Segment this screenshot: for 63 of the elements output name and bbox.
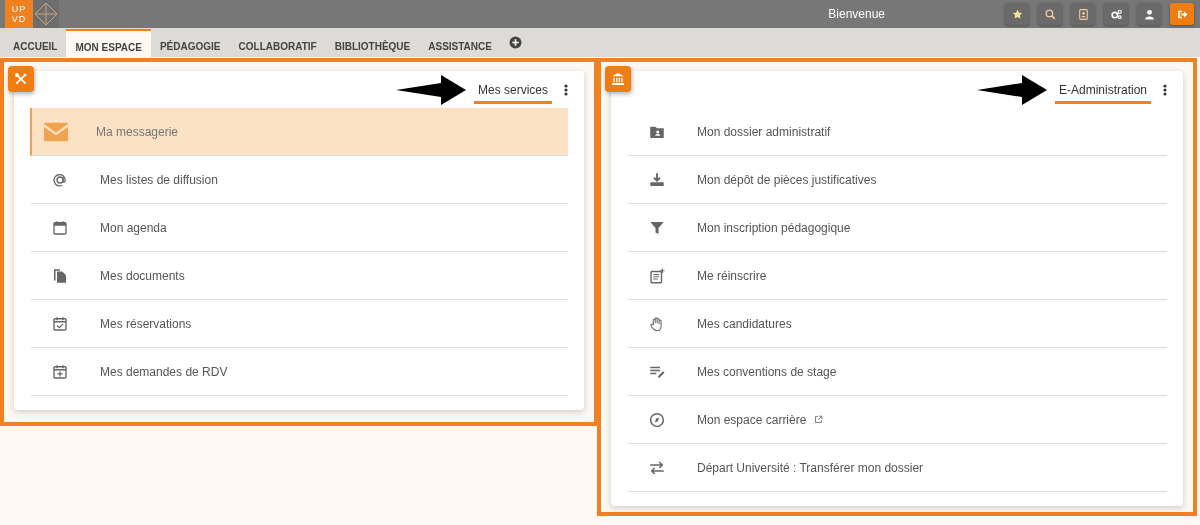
service-item[interactable]: Mes demandes de RDV — [30, 348, 568, 396]
service-label: Mes demandes de RDV — [100, 363, 228, 381]
service-label: Me réinscrire — [697, 267, 767, 285]
service-label: Ma messagerie — [96, 123, 179, 141]
service-label: Départ Université : Transférer mon dossier — [697, 459, 924, 477]
logout-button[interactable] — [1170, 3, 1194, 25]
documents-icon — [51, 266, 69, 285]
service-label: Mon dossier administratif — [697, 123, 831, 141]
logo: UP VD — [5, 0, 33, 28]
service-item[interactable]: Me réinscrire — [627, 252, 1167, 300]
service-label: Mes conventions de stage — [697, 363, 837, 381]
kebab-menu-icon — [1163, 83, 1167, 96]
greeting-text: Bienvenue — [828, 6, 885, 23]
service-label: Mon inscription pédagogique — [697, 219, 851, 237]
panel-title: Mes services — [474, 81, 552, 104]
gears-icon — [1109, 7, 1123, 21]
institution-icon — [610, 71, 626, 87]
search-icon — [1043, 7, 1057, 21]
favorites-button[interactable] — [1005, 3, 1029, 25]
service-item[interactable]: Départ Université : Transférer mon dossier — [627, 444, 1167, 492]
service-item[interactable]: Mon espace carrière — [627, 396, 1167, 444]
nav-tab[interactable]: PÉDAGOGIE — [150, 29, 230, 57]
service-item[interactable]: Mon dépôt de pièces justificatives — [627, 156, 1167, 204]
service-label: Mes listes de diffusion — [100, 171, 218, 189]
service-item[interactable]: Mes documents — [30, 252, 568, 300]
panel-title: E-Administration — [1054, 81, 1151, 104]
nav-tab[interactable]: MON ESPACE — [66, 29, 151, 57]
nav-tab[interactable]: BIBLIOTHÈQUE — [325, 29, 420, 57]
arrow-icon — [396, 74, 466, 105]
service-label: Mon dépôt de pièces justificatives — [697, 171, 877, 189]
service-item[interactable]: Mes réservations — [30, 300, 568, 348]
profile-button[interactable] — [1137, 3, 1161, 25]
directory-button[interactable] — [1071, 3, 1095, 25]
contact-card-icon — [1076, 7, 1090, 21]
calendar-icon — [51, 218, 69, 237]
service-item[interactable]: Mon dossier administratif — [627, 108, 1167, 156]
service-item[interactable]: Mon agenda — [30, 204, 568, 252]
service-item[interactable]: Ma messagerie — [30, 108, 568, 156]
kebab-menu-icon — [564, 83, 568, 96]
service-label: Mes documents — [100, 267, 185, 285]
calendar-check-icon — [51, 314, 69, 333]
add-tab-icon — [508, 36, 522, 49]
service-label: Mon agenda — [100, 219, 167, 237]
calendar-plus-icon — [51, 362, 69, 381]
service-label: Mes candidatures — [697, 315, 792, 333]
user-icon — [1142, 7, 1156, 21]
nav-tab[interactable]: COLLABORATIF — [229, 29, 326, 57]
download-tray-icon — [648, 170, 666, 189]
service-label: Mes réservations — [100, 315, 192, 333]
note-plus-icon — [648, 266, 666, 285]
settings-button[interactable] — [1104, 3, 1128, 25]
pattern-icon — [33, 0, 59, 28]
service-item[interactable]: Mes candidatures — [627, 300, 1167, 348]
tools-icon — [13, 71, 29, 87]
star-icon — [1010, 7, 1024, 21]
nav-tab[interactable]: ASSISTANCE — [419, 29, 501, 57]
nav-tab[interactable]: ACCUEIL — [4, 29, 67, 57]
service-item[interactable]: Mes conventions de stage — [627, 348, 1167, 396]
service-label: Mon espace carrière — [697, 411, 807, 429]
compass-icon — [648, 410, 666, 429]
service-item[interactable]: Mes listes de diffusion — [30, 156, 568, 204]
service-item[interactable]: Mon inscription pédagogique — [627, 204, 1167, 252]
search-button[interactable] — [1038, 3, 1062, 25]
